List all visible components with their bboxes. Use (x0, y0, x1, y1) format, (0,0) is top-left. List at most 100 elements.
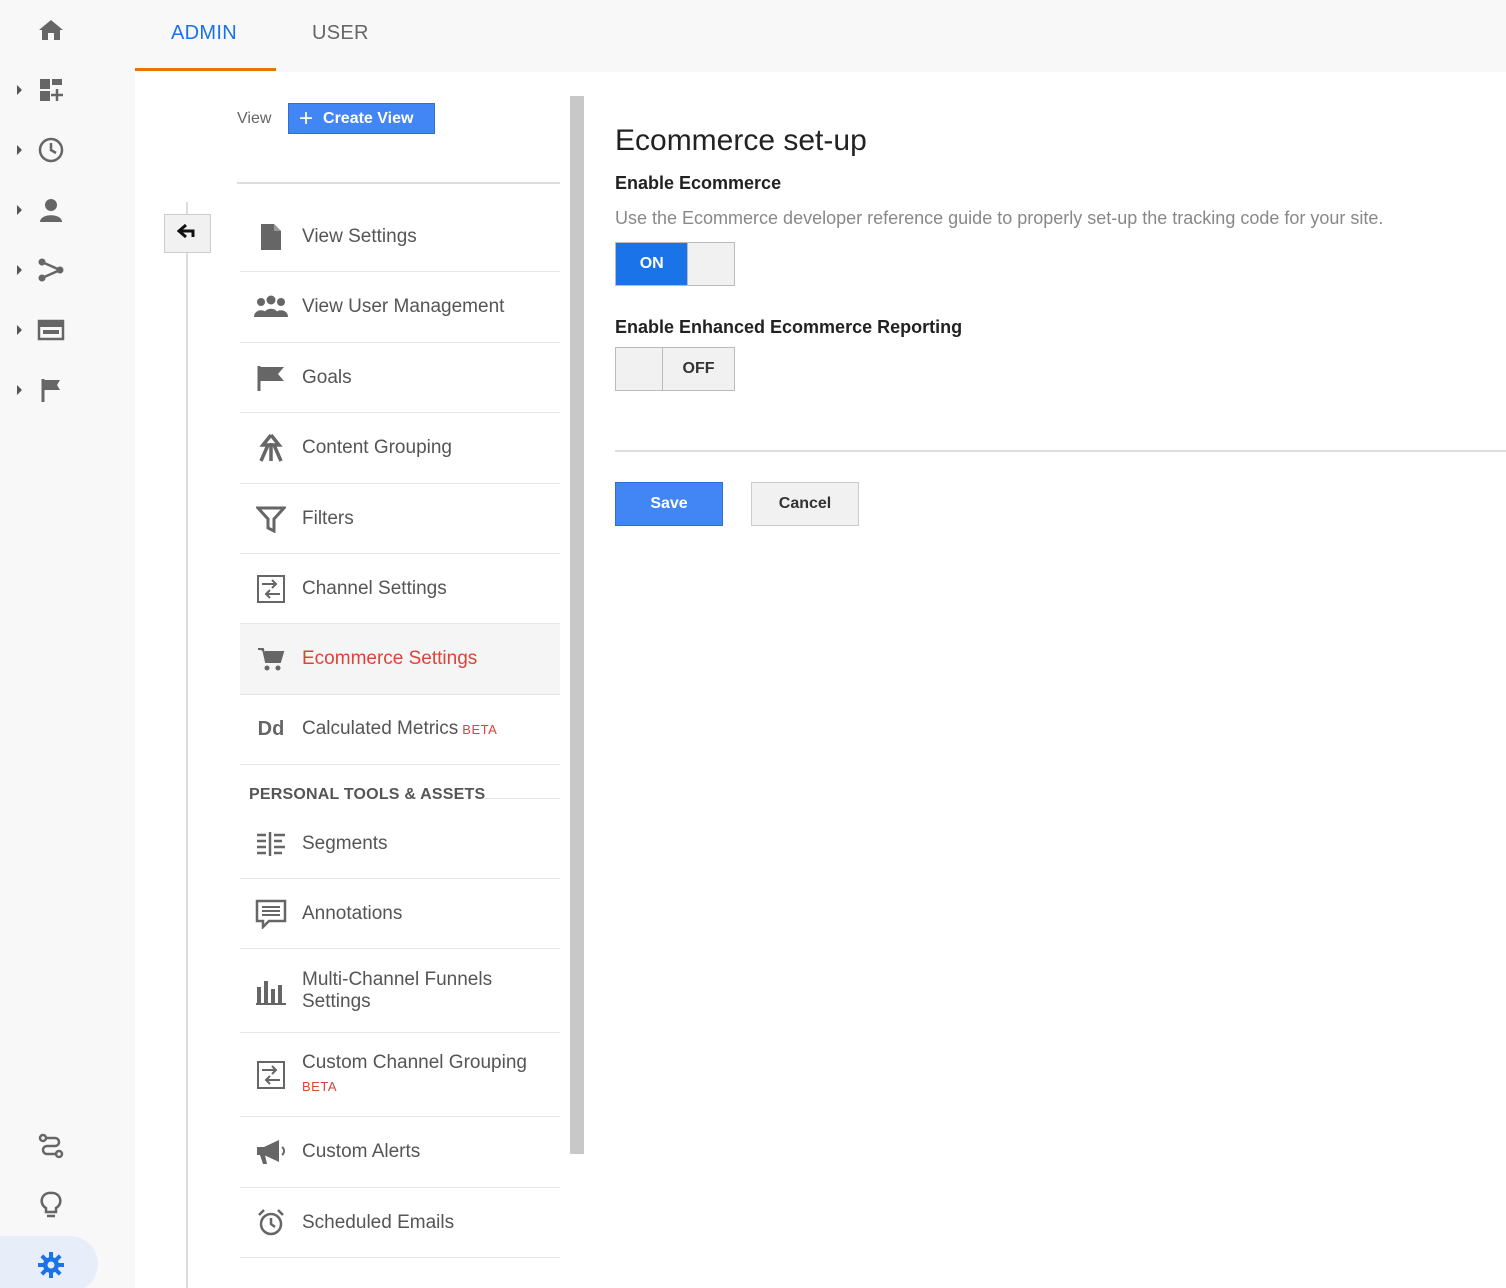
nav-item-scheduled-emails[interactable]: Scheduled Emails (240, 1188, 560, 1258)
enhanced-ecommerce-label: Enable Enhanced Ecommerce Reporting (615, 317, 963, 337)
people-icon (240, 295, 302, 319)
tab-bar: ADMIN USER (135, 0, 1506, 72)
custom-channel-icon (240, 1060, 302, 1090)
divider (615, 450, 1506, 452)
nav-item-multi-channel-funnels[interactable]: Multi-Channel Funnels Settings (240, 949, 560, 1033)
bar-chart-icon (240, 977, 302, 1005)
cart-icon (240, 646, 302, 672)
nav-item-label: View User Management (302, 296, 505, 317)
nav-item-label: Multi-Channel Funnels Settings (302, 968, 493, 1012)
nav-item-custom-channel-grouping[interactable]: Custom Channel Grouping BETA (240, 1033, 560, 1117)
toggle-knob (687, 243, 734, 285)
nav-item-custom-alerts[interactable]: Custom Alerts (240, 1117, 560, 1188)
rail-insights[interactable] (0, 1185, 100, 1225)
gear-icon (36, 1250, 66, 1280)
clock-icon (36, 135, 66, 165)
caret-right-icon (17, 265, 22, 275)
rail-home[interactable] (0, 10, 100, 50)
tab-user[interactable]: USER (312, 22, 369, 45)
tree-line (186, 202, 188, 1288)
create-view-button[interactable]: + Create View (288, 103, 435, 134)
nav-item-label: Ecommerce Settings (302, 648, 478, 669)
nav-item-label: Calculated Metrics (302, 718, 459, 739)
divider (483, 798, 560, 799)
caret-right-icon (17, 385, 22, 395)
divider (237, 182, 560, 184)
nav-item-view-settings[interactable]: View Settings (240, 202, 560, 272)
rail-admin[interactable] (0, 1245, 100, 1285)
create-view-label: Create View (323, 109, 414, 127)
caret-right-icon (17, 85, 22, 95)
dashboard-icon (36, 75, 66, 105)
nav-item-goals[interactable]: Goals (240, 343, 560, 413)
back-button[interactable] (164, 214, 211, 253)
nav-item-filters[interactable]: Filters (240, 484, 560, 554)
main-panel: Ecommerce set-up Enable Ecommerce Use th… (585, 72, 1506, 1288)
segments-icon (240, 831, 302, 857)
nav-item-annotations[interactable]: Annotations (240, 879, 560, 949)
enable-ecommerce-toggle[interactable]: ON (615, 242, 735, 286)
alarm-clock-icon (240, 1208, 302, 1238)
tab-active-indicator (135, 68, 276, 71)
nav-item-label: Filters (302, 507, 354, 529)
channel-settings-icon (240, 574, 302, 604)
nav-item-label: Custom Alerts (302, 1141, 421, 1162)
rail-audience[interactable] (0, 190, 100, 230)
toggle-state-label: ON (616, 243, 688, 285)
cancel-button[interactable]: Cancel (751, 482, 859, 526)
behavior-icon (36, 315, 66, 345)
nav-item-label: Content Grouping (302, 437, 452, 458)
annotations-icon (240, 899, 302, 929)
nav-item-label: Segments (302, 832, 388, 854)
beta-badge: BETA (462, 722, 498, 737)
rail-conversions[interactable] (0, 370, 100, 410)
nav-item-label: Goals (302, 366, 352, 388)
caret-right-icon (17, 145, 22, 155)
flag-icon (36, 375, 66, 405)
home-icon (36, 15, 66, 45)
nav-item-label-group: Calculated Metrics BETA (302, 718, 497, 741)
filter-icon (240, 505, 302, 533)
enable-ecommerce-help: Use the Ecommerce developer reference gu… (615, 208, 1384, 228)
enhanced-ecommerce-toggle[interactable]: OFF (615, 347, 735, 391)
view-nav-column: View + Create View View Settings View Us… (135, 72, 585, 1288)
nav-item-segments[interactable]: Segments (240, 809, 560, 879)
nav-item-channel-settings[interactable]: Channel Settings (240, 554, 560, 624)
rail-customization[interactable] (0, 70, 100, 110)
rail-realtime[interactable] (0, 130, 100, 170)
arrow-back-icon (176, 223, 199, 244)
lightbulb-icon (36, 1190, 66, 1220)
content-grouping-icon (240, 433, 302, 463)
rail-behavior[interactable] (0, 310, 100, 350)
scrollbar[interactable] (570, 96, 584, 1154)
tab-admin[interactable]: ADMIN (171, 22, 237, 45)
person-icon (36, 195, 66, 225)
toggle-knob (616, 348, 663, 390)
nav-item-ecommerce-settings[interactable]: Ecommerce Settings (240, 624, 560, 695)
acquisition-icon (36, 255, 66, 285)
beta-badge: BETA (302, 1078, 337, 1094)
path-icon (36, 1131, 66, 1161)
megaphone-icon (240, 1138, 302, 1166)
page-title: Ecommerce set-up (615, 124, 867, 157)
plus-icon: + (299, 104, 314, 132)
nav-item-calculated-metrics[interactable]: Dd Calculated Metrics BETA (240, 695, 560, 765)
view-label: View (237, 110, 272, 127)
section-title-personal-tools: PERSONAL TOOLS & ASSETS (249, 786, 486, 803)
left-rail (0, 0, 135, 1288)
calculated-metrics-icon: Dd (257, 718, 285, 740)
rail-acquisition[interactable] (0, 250, 100, 290)
nav-item-label: Scheduled Emails (302, 1211, 455, 1233)
nav-item-label-group: Custom Channel Grouping BETA (302, 1052, 527, 1098)
caret-right-icon (17, 205, 22, 215)
nav-item-label: Custom Channel Grouping (302, 1051, 527, 1073)
nav-item-content-grouping[interactable]: Content Grouping (240, 413, 560, 484)
nav-item-view-user-management[interactable]: View User Management (240, 272, 560, 343)
toggle-state-label: OFF (663, 348, 734, 390)
nav-item-label: Annotations (302, 902, 403, 924)
rail-discover[interactable] (0, 1126, 100, 1166)
nav-item-label: View Settings (302, 225, 417, 247)
enable-ecommerce-label: Enable Ecommerce (615, 173, 782, 193)
save-button[interactable]: Save (615, 482, 723, 526)
nav-item-label: Channel Settings (302, 577, 447, 599)
